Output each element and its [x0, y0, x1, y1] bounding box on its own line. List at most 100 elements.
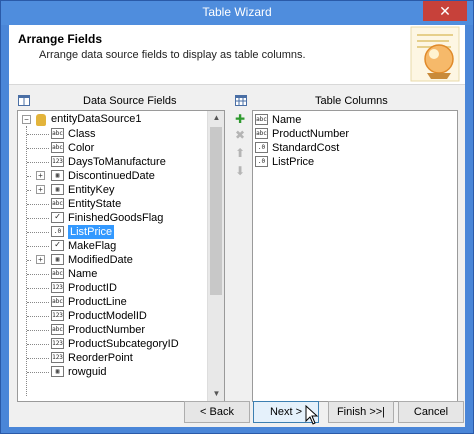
- scroll-thumb[interactable]: [210, 127, 222, 295]
- tree-line: [27, 344, 49, 345]
- table-columns-heading: Table Columns: [315, 95, 388, 107]
- wizard-crystal-ball-icon: [410, 26, 460, 82]
- tree-line: [27, 302, 49, 303]
- column-label: ProductNumber: [272, 128, 350, 140]
- text-field-icon: abc: [255, 128, 268, 139]
- tree-field-item[interactable]: abc Class: [18, 127, 208, 141]
- scroll-up-arrow-icon[interactable]: ▲: [208, 111, 224, 125]
- tree-field-item[interactable]: abc ProductNumber: [18, 323, 208, 337]
- data-source-fields-tree[interactable]: − entityDataSource1 abc Class abc Color 123 D…: [17, 110, 225, 402]
- field-label: Name: [68, 268, 98, 280]
- move-down-icon[interactable]: ⬇: [233, 164, 247, 178]
- window-title: Table Wizard: [202, 5, 272, 19]
- tree-field-item[interactable]: + ▦ ModifiedDate: [18, 253, 208, 267]
- text-field-icon: abc: [51, 142, 64, 153]
- column-label: ListPrice: [272, 156, 315, 168]
- close-button[interactable]: ✕: [423, 1, 467, 21]
- tree-line: [27, 204, 49, 205]
- tree-field-item[interactable]: ✓ MakeFlag: [18, 239, 208, 253]
- add-column-icon[interactable]: ✚: [233, 112, 247, 126]
- integer-field-icon: 123: [51, 156, 64, 167]
- tree-line: [27, 316, 49, 317]
- tree-field-item[interactable]: 123 DaysToManufacture: [18, 155, 208, 169]
- field-label: EntityState: [68, 198, 122, 210]
- boolean-field-icon: ✓: [51, 212, 64, 223]
- complex-field-icon: ▦: [51, 170, 64, 181]
- tree-line: [27, 232, 49, 233]
- tree-field-item[interactable]: 123 ProductID: [18, 281, 208, 295]
- tree-root-label: entityDataSource1: [51, 113, 142, 125]
- field-label: ReorderPoint: [68, 352, 133, 364]
- tree-field-item[interactable]: abc EntityState: [18, 197, 208, 211]
- expand-toggle-icon[interactable]: +: [36, 171, 45, 180]
- field-label: ProductLine: [68, 296, 127, 308]
- field-label: rowguid: [68, 366, 107, 378]
- tree-field-item[interactable]: 123 ReorderPoint: [18, 351, 208, 365]
- left-scrollbar[interactable]: ▲ ▼: [207, 111, 224, 401]
- tree-field-item[interactable]: ▦ rowguid: [18, 365, 208, 379]
- mouse-pointer-icon: [305, 405, 319, 425]
- columns-icon: [18, 95, 30, 106]
- expand-toggle-icon[interactable]: +: [36, 255, 45, 264]
- complex-field-icon: ▦: [51, 184, 64, 195]
- field-label: ProductID: [68, 282, 117, 294]
- complex-field-icon: ▦: [51, 254, 64, 265]
- table-column-item[interactable]: .0 StandardCost: [253, 141, 453, 155]
- field-label: ProductNumber: [68, 324, 146, 336]
- table-column-item[interactable]: .0 ListPrice: [253, 155, 453, 169]
- field-label: MakeFlag: [68, 240, 117, 252]
- decimal-field-icon: .0: [255, 156, 268, 167]
- text-field-icon: abc: [51, 128, 64, 139]
- decimal-field-icon: .0: [255, 142, 268, 153]
- tree-field-item[interactable]: abc ProductLine: [18, 295, 208, 309]
- field-label: Color: [68, 142, 95, 154]
- page-subtitle: Arrange data source fields to display as…: [39, 49, 306, 61]
- tree-line: [27, 260, 31, 261]
- field-label: ListPrice: [68, 225, 115, 239]
- complex-field-icon: ▦: [51, 366, 64, 377]
- text-field-icon: abc: [51, 324, 64, 335]
- column-label: Name: [272, 114, 302, 126]
- move-up-icon[interactable]: ⬆: [233, 146, 247, 160]
- collapse-root-toggle[interactable]: −: [22, 115, 31, 124]
- tree-field-item[interactable]: 123 ProductSubcategoryID: [18, 337, 208, 351]
- integer-field-icon: 123: [51, 310, 64, 321]
- text-field-icon: abc: [51, 268, 64, 279]
- cancel-button[interactable]: Cancel: [398, 401, 464, 423]
- tree-field-item[interactable]: + ▦ EntityKey: [18, 183, 208, 197]
- tree-field-item[interactable]: ✓ FinishedGoodsFlag: [18, 211, 208, 225]
- table-icon: [235, 95, 247, 106]
- table-column-item[interactable]: abc ProductNumber: [253, 127, 453, 141]
- expand-toggle-icon[interactable]: +: [36, 185, 45, 194]
- scroll-down-arrow-icon[interactable]: ▼: [208, 387, 224, 401]
- tree-line: [27, 190, 31, 191]
- integer-field-icon: 123: [51, 338, 64, 349]
- boolean-field-icon: ✓: [51, 240, 64, 251]
- integer-field-icon: 123: [51, 352, 64, 363]
- tree-field-item[interactable]: + ▦ DiscontinuedDate: [18, 169, 208, 183]
- tree-field-item[interactable]: abc Name: [18, 267, 208, 281]
- text-field-icon: abc: [51, 296, 64, 307]
- tree-line: [27, 358, 49, 359]
- tree-line: [27, 246, 49, 247]
- tree-field-item[interactable]: abc Color: [18, 141, 208, 155]
- back-button[interactable]: < Back: [184, 401, 250, 423]
- table-column-item[interactable]: abc Name: [253, 113, 453, 127]
- wizard-client-area: Arrange Fields Arrange data source field…: [9, 25, 465, 427]
- database-icon: [36, 114, 46, 126]
- field-label: DiscontinuedDate: [68, 170, 155, 182]
- tree-line: [27, 372, 49, 373]
- field-label: ProductModelID: [68, 310, 147, 322]
- tree-line: [27, 162, 49, 163]
- remove-column-icon[interactable]: ✖: [233, 128, 247, 142]
- tree-field-item[interactable]: .0 ListPrice: [18, 225, 208, 239]
- integer-field-icon: 123: [51, 282, 64, 293]
- table-columns-list[interactable]: abc Name abc ProductNumber .0 StandardCost .0 L…: [252, 110, 458, 402]
- tree-line: [27, 288, 49, 289]
- tree-line: [27, 176, 31, 177]
- wizard-header: Arrange Fields Arrange data source field…: [9, 25, 465, 85]
- tree-field-item[interactable]: 123 ProductModelID: [18, 309, 208, 323]
- tree-line: [27, 148, 49, 149]
- title-bar: Table Wizard ✕: [1, 1, 473, 25]
- finish-button[interactable]: Finish >>|: [328, 401, 394, 423]
